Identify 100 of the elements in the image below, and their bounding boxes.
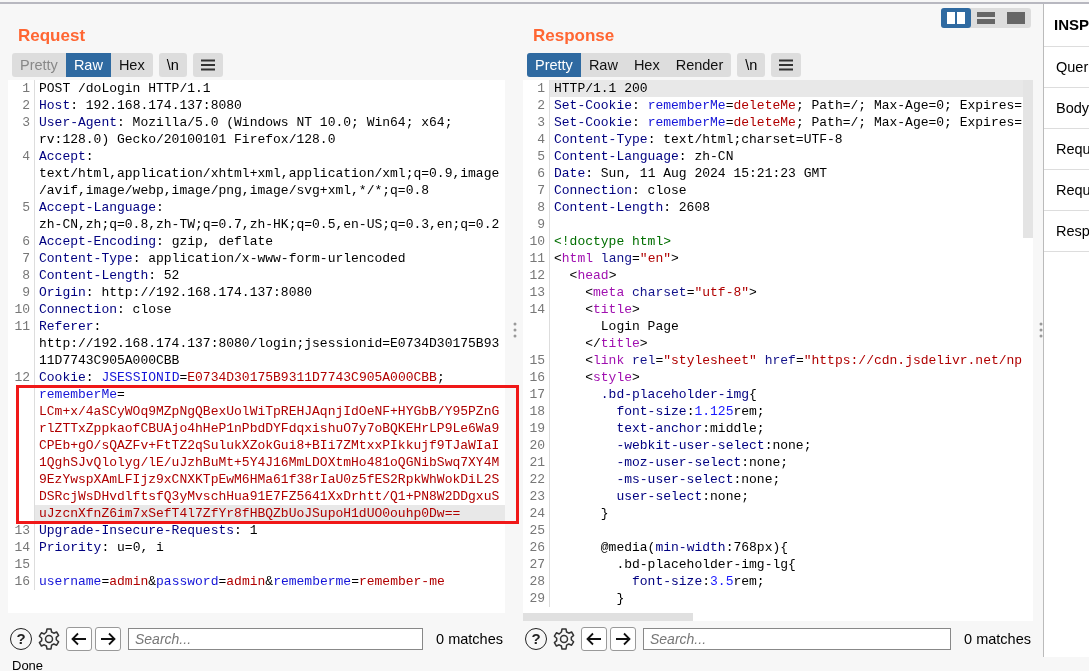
line-number: 14 bbox=[8, 539, 35, 556]
line-number: 8 bbox=[523, 199, 550, 216]
search-field[interactable]: Search... bbox=[643, 628, 952, 650]
line-number: 5 bbox=[523, 148, 550, 165]
line-number: 16 bbox=[8, 573, 35, 590]
split-rows-icon bbox=[977, 12, 995, 24]
line-number: 26 bbox=[523, 539, 550, 556]
scrollbar[interactable] bbox=[523, 613, 693, 621]
code-line: http://192.168.174.137:8080/login;jsessionid=E0734D30175B93 bbox=[38, 335, 501, 352]
line-number: 14 bbox=[523, 301, 550, 352]
line-number: 13 bbox=[8, 522, 35, 539]
code-line: rlZTTxZppkaofCBUAjo4hHeP1nPbdDYFdqxishuO7y7oBQKEHrLP9Le6Wa9 bbox=[38, 420, 501, 437]
next-button[interactable] bbox=[610, 627, 636, 651]
code-line: zh-CN,zh;q=0.8,zh-TW;q=0.7,zh-HK;q=0.5,en-US;q=0.3,en;q=0.2 bbox=[38, 216, 501, 233]
view-tab[interactable]: Raw bbox=[65, 53, 111, 77]
line-number: 12 bbox=[8, 369, 35, 522]
line-number: 11 bbox=[8, 318, 35, 369]
code-line: Set-Cookie: rememberMe=deleteMe; Path=/; Max-Age=0; Expires= bbox=[553, 97, 1024, 114]
line-number: 9 bbox=[523, 216, 550, 233]
scrollbar[interactable] bbox=[1023, 80, 1033, 238]
code-line: Accept: bbox=[38, 148, 95, 165]
line-number: 17 bbox=[523, 386, 550, 403]
left-arrow-icon bbox=[71, 632, 87, 646]
line-number: 12 bbox=[523, 267, 550, 284]
view-tab[interactable]: Render bbox=[667, 53, 732, 77]
code-line: Set-Cookie: rememberMe=deleteMe; Path=/; Max-Age=0; Expires= bbox=[553, 114, 1024, 131]
code-line: .bd-placeholder-img-lg{ bbox=[615, 556, 797, 573]
code-line: text-anchor:middle; bbox=[615, 420, 766, 437]
previous-button[interactable] bbox=[581, 627, 607, 651]
code-line: Upgrade-Insecure-Requests: 1 bbox=[38, 522, 259, 539]
line-number: 3 bbox=[8, 114, 35, 148]
status-text: Done bbox=[12, 658, 44, 671]
code-line: .bd-placeholder-img{ bbox=[599, 386, 758, 403]
panel-title: Request bbox=[17, 26, 86, 47]
line-number: 10 bbox=[523, 233, 550, 250]
code-line: @media(min-width:768px){ bbox=[599, 539, 790, 556]
line-number: 7 bbox=[523, 182, 550, 199]
newline-toggle-button[interactable]: \n bbox=[737, 53, 766, 77]
code-line: rv:128.0) Gecko/20100101 Firefox/128.0 bbox=[38, 131, 337, 148]
line-number: 18 bbox=[523, 403, 550, 420]
view-tab[interactable]: Raw bbox=[580, 53, 626, 77]
inspector-section[interactable]: Requ bbox=[1044, 129, 1089, 170]
line-number: 29 bbox=[523, 590, 550, 607]
next-button[interactable] bbox=[95, 627, 121, 651]
layout-toggle-button[interactable] bbox=[941, 8, 971, 28]
code-line: LCm+x/4aSCyWOq9MZpNgQBexUolWiTpREHJAqnjIdOeNF+HYGbB/Y95PZnG bbox=[38, 403, 501, 420]
code-line: Login Page bbox=[599, 318, 680, 335]
code-line: 11D7743C905A000CBB bbox=[38, 352, 181, 369]
menu-button[interactable] bbox=[771, 53, 802, 77]
menu-icon bbox=[200, 59, 215, 71]
code-line: Date: Sun, 11 Aug 2024 15:21:23 GMT bbox=[553, 165, 829, 182]
code-line: font-size:1.125rem; bbox=[615, 403, 766, 420]
code-line: username=admin&password=admin&rememberme=remember-me bbox=[38, 573, 446, 590]
view-tab[interactable]: Hex bbox=[110, 53, 153, 77]
panel-title: Response bbox=[532, 26, 615, 47]
single-pane-icon bbox=[1007, 12, 1025, 24]
drag-handle-icon[interactable] bbox=[513, 322, 517, 338]
search-field[interactable]: Search... bbox=[128, 628, 424, 650]
code-line: Content-Type: text/html;charset=UTF-8 bbox=[553, 131, 844, 148]
code-line: rememberMe= bbox=[38, 386, 126, 403]
line-number: 1 bbox=[8, 80, 35, 97]
view-tab[interactable]: Pretty bbox=[527, 53, 581, 77]
line-number: 15 bbox=[8, 556, 35, 573]
inspector-section[interactable]: Requ bbox=[1044, 170, 1089, 211]
code-line: DSRcjWsDHvdlftsfQ3yMvschHua91E7FZ5641XxDrhtt/Q1+PN8W2DDgxuS bbox=[38, 488, 501, 505]
code-line: POST /doLogin HTTP/1.1 bbox=[38, 80, 212, 97]
line-number: 2 bbox=[523, 97, 550, 114]
line-number: 7 bbox=[8, 250, 35, 267]
line-number: 23 bbox=[523, 488, 550, 505]
code-line: Connection: close bbox=[553, 182, 688, 199]
line-number: 6 bbox=[523, 165, 550, 182]
previous-button[interactable] bbox=[66, 627, 92, 651]
code-line: 1QghSJvQlolyg/lE/uJzhBuMt+5Y4J16MmLDOXtmHo481oQGNibSwq7XY4M bbox=[38, 454, 501, 471]
line-number: 4 bbox=[523, 131, 550, 148]
inspector-section[interactable]: Body bbox=[1044, 88, 1089, 129]
code-line: <title> bbox=[584, 301, 641, 318]
line-number: 28 bbox=[523, 573, 550, 590]
inspector-section[interactable]: Resp bbox=[1044, 211, 1089, 252]
settings-icon[interactable] bbox=[552, 627, 576, 651]
line-number: 22 bbox=[523, 471, 550, 488]
line-number: 20 bbox=[523, 437, 550, 454]
code-line: } bbox=[599, 505, 610, 522]
inspector-section[interactable]: Quer bbox=[1044, 47, 1089, 88]
menu-button[interactable] bbox=[192, 53, 223, 77]
line-number: 8 bbox=[8, 267, 35, 284]
code-line: -webkit-user-select:none; bbox=[615, 437, 813, 454]
line-number: 9 bbox=[8, 284, 35, 301]
code-line: Host: 192.168.174.137:8080 bbox=[38, 97, 243, 114]
settings-icon[interactable] bbox=[37, 627, 61, 651]
inspector-title: INSP bbox=[1044, 4, 1089, 47]
view-tab[interactable]: Hex bbox=[625, 53, 668, 77]
code-line: <link rel="stylesheet" href="https://cdn.jsdelivr.net/np bbox=[584, 352, 1024, 369]
line-number: 6 bbox=[8, 233, 35, 250]
newline-toggle-button[interactable]: \n bbox=[158, 53, 187, 77]
left-arrow-icon bbox=[586, 632, 602, 646]
code-line: Content-Type: application/x-www-form-urlencoded bbox=[38, 250, 407, 267]
code-line: Origin: http://192.168.174.137:8080 bbox=[38, 284, 314, 301]
drag-handle-icon[interactable] bbox=[1039, 322, 1043, 338]
code-line: Priority: u=0, i bbox=[38, 539, 165, 556]
code-line: <html lang="en"> bbox=[553, 250, 680, 267]
